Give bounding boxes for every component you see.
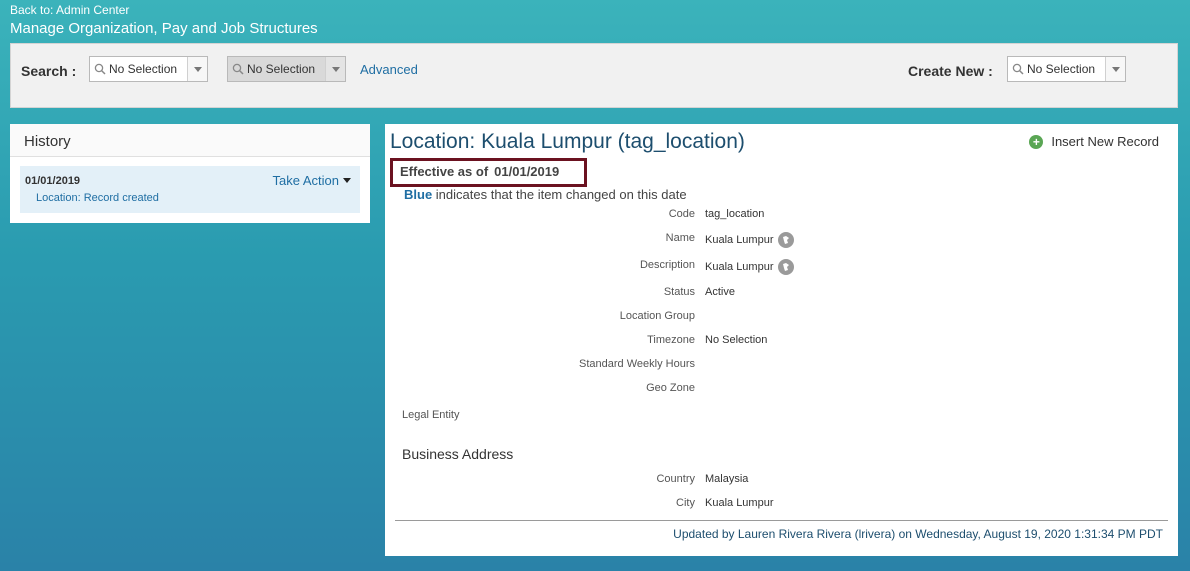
field-value-description: Kuala Lumpur	[705, 259, 794, 275]
legend-blue: Blue	[404, 187, 433, 202]
effective-label: Effective as of	[400, 164, 489, 179]
footer-divider	[395, 520, 1168, 521]
field-label-code: Code	[668, 208, 695, 220]
effective-date: 01/01/2019	[494, 164, 560, 179]
field-value-city: Kuala Lumpur	[705, 497, 774, 509]
field-label-location-group: Location Group	[619, 310, 695, 322]
page-title: Manage Organization, Pay and Job Structu…	[10, 20, 318, 37]
field-label-name: Name	[665, 232, 695, 244]
plus-icon: +	[1029, 134, 1044, 149]
chevron-down-icon[interactable]	[187, 57, 207, 81]
field-value-country: Malaysia	[705, 473, 749, 485]
field-value-status: Active	[705, 286, 735, 298]
insert-new-record-button[interactable]: + Insert New Record	[1029, 134, 1159, 149]
search-icon	[230, 57, 246, 81]
business-address-heading: Business Address	[402, 446, 514, 462]
search-item-value: No Selection	[247, 62, 316, 76]
history-header: History	[10, 124, 370, 157]
field-value-name-text: Kuala Lumpur	[705, 234, 774, 246]
legend-text: indicates that the item changed on this …	[435, 187, 687, 202]
chevron-down-icon[interactable]	[1105, 57, 1125, 81]
history-item-link[interactable]: Location: Record created	[36, 192, 159, 204]
search-icon	[1010, 57, 1026, 81]
globe-icon[interactable]	[777, 259, 794, 275]
create-new-label: Create New :	[908, 63, 993, 79]
insert-new-record-label: Insert New Record	[1051, 134, 1159, 149]
search-icon	[92, 57, 108, 81]
history-item[interactable]: 01/01/2019 Take Action Location: Record …	[20, 166, 360, 213]
field-label-standard-weekly-hours: Standard Weekly Hours	[579, 358, 695, 370]
take-action-label: Take Action	[272, 173, 340, 188]
field-label-country: Country	[656, 473, 695, 485]
chevron-down-icon[interactable]	[325, 57, 345, 81]
legend-line: Blue indicates that the item changed on …	[404, 187, 687, 202]
effective-date-box: Effective as of 01/01/2019	[390, 158, 587, 187]
caret-down-icon	[343, 178, 351, 183]
field-value-timezone: No Selection	[705, 334, 768, 346]
detail-panel: Location: Kuala Lumpur (tag_location) + …	[385, 124, 1178, 556]
search-label: Search :	[21, 63, 77, 79]
history-item-date: 01/01/2019	[25, 175, 81, 187]
field-label-status: Status	[663, 286, 695, 298]
record-title: Location: Kuala Lumpur (tag_location)	[390, 130, 745, 153]
search-item-combo[interactable]: No Selection	[227, 56, 346, 82]
create-new-value: No Selection	[1027, 62, 1096, 76]
legal-entity-label: Legal Entity	[402, 409, 460, 421]
field-label-timezone: Timezone	[647, 334, 695, 346]
history-panel: History 01/01/2019 Take Action Location:…	[10, 124, 370, 223]
updated-by-text: Updated by Lauren Rivera Rivera (lrivera…	[673, 527, 1163, 541]
back-to-admin-center-link[interactable]: Back to: Admin Center	[10, 3, 129, 17]
take-action-menu[interactable]: Take Action	[272, 173, 351, 188]
field-label-city: City	[676, 497, 695, 509]
field-label-geo-zone: Geo Zone	[646, 382, 695, 394]
search-bar: Search : No Selection No Selection Advan…	[10, 43, 1178, 108]
field-label-description: Description	[639, 259, 695, 271]
search-type-combo[interactable]: No Selection	[89, 56, 208, 82]
advanced-search-link[interactable]: Advanced	[360, 62, 418, 77]
search-type-value: No Selection	[109, 62, 178, 76]
field-value-description-text: Kuala Lumpur	[705, 261, 774, 273]
field-value-code: tag_location	[705, 208, 765, 220]
field-value-name: Kuala Lumpur	[705, 232, 794, 248]
globe-icon[interactable]	[777, 232, 794, 248]
create-new-combo[interactable]: No Selection	[1007, 56, 1126, 82]
